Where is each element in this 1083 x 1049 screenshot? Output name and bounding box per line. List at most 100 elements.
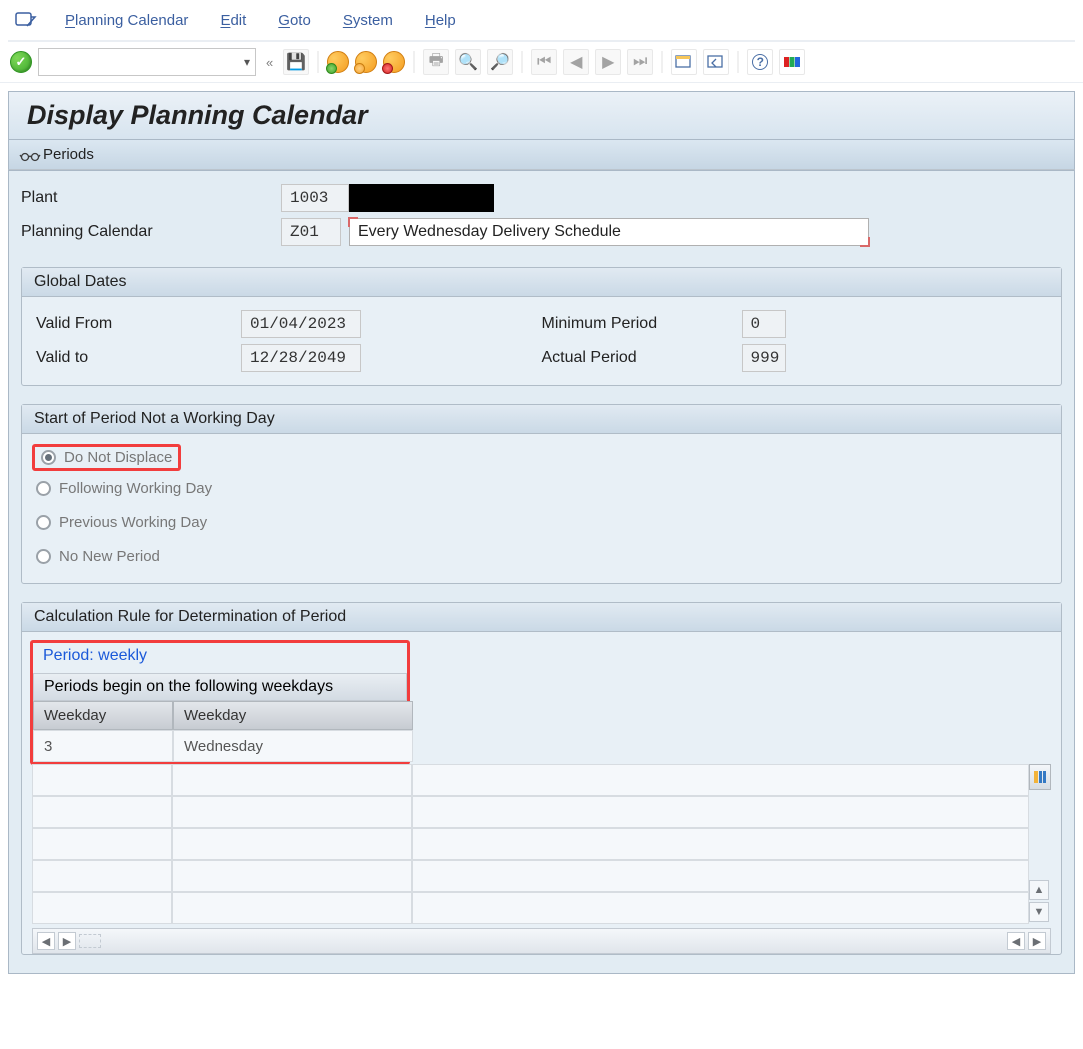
hscroll-left2-icon[interactable]: ◀	[1007, 932, 1025, 950]
periods-button-label[interactable]: Periods	[43, 146, 94, 163]
period-weekly-label: Period: weekly	[43, 647, 397, 673]
command-field-wrap: ▾	[38, 48, 256, 76]
table-row[interactable]: 3 Wednesday	[33, 730, 413, 762]
hscroll-right-icon[interactable]: ▶	[58, 932, 76, 950]
radio-label-no-new: No New Period	[59, 548, 160, 565]
new-session-button[interactable]	[671, 49, 697, 75]
find-icon: 🔍	[458, 52, 478, 72]
hscroll-left-icon[interactable]: ◀	[37, 932, 55, 950]
table-row[interactable]: ...	[32, 828, 1029, 860]
table-row[interactable]: ...	[32, 860, 1029, 892]
print-button[interactable]: 🖶	[423, 49, 449, 75]
save-button[interactable]: 💾	[283, 49, 309, 75]
horizontal-scrollbar[interactable]: ◀ ▶ ◀ ▶	[32, 928, 1051, 954]
radio-following[interactable]	[36, 481, 51, 496]
focus-corner-br-icon	[860, 237, 870, 247]
hscroll-right2-icon[interactable]: ▶	[1028, 932, 1046, 950]
save-icon: 💾	[286, 52, 306, 72]
menu-label: oto	[290, 12, 311, 29]
field-actual-period: 999	[742, 344, 786, 372]
radio-previous[interactable]	[36, 515, 51, 530]
table-row[interactable]: ...	[32, 796, 1029, 828]
next-page-icon: ▶	[602, 52, 614, 72]
group-title-nonworking: Start of Period Not a Working Day	[22, 405, 1061, 434]
label-min-period: Minimum Period	[542, 315, 742, 333]
label-planning-calendar: Planning Calendar	[21, 223, 281, 241]
hscroll-handle-icon[interactable]	[79, 934, 101, 948]
highlight-period-weekly: Period: weekly Periods begin on the foll…	[30, 640, 410, 765]
sap-logo-icon[interactable]	[13, 7, 39, 33]
menu-label: dit	[230, 12, 246, 29]
find-next-button[interactable]: 🔎	[487, 49, 513, 75]
radio-row-following[interactable]: Following Working Day	[36, 471, 1047, 505]
application-toolbar: Periods	[8, 140, 1075, 170]
menu-edit[interactable]: Edit	[214, 8, 252, 33]
last-page-icon: ⏭	[633, 53, 647, 71]
menubar: Planning Calendar Edit Goto System Help	[0, 0, 1083, 40]
find-next-icon: 🔎	[490, 52, 510, 72]
prev-page-icon: ◀	[570, 52, 582, 72]
last-page-button[interactable]: ⏭	[627, 49, 653, 75]
field-planning-calendar-desc[interactable]: Every Wednesday Delivery Schedule	[349, 218, 869, 246]
group-title-global-dates: Global Dates	[22, 268, 1061, 297]
field-valid-to: 12/28/2049	[241, 344, 361, 372]
layout-button[interactable]	[779, 49, 805, 75]
enter-button[interactable]: ✓	[10, 51, 32, 73]
menu-help[interactable]: Help	[419, 8, 462, 33]
next-page-button[interactable]: ▶	[595, 49, 621, 75]
table-row[interactable]: ...	[32, 892, 1029, 924]
field-planning-calendar-desc-text: Every Wednesday Delivery Schedule	[358, 223, 621, 241]
row-planning-calendar: Planning Calendar Z01 Every Wednesday De…	[21, 215, 1062, 249]
focus-corner-tl-icon	[348, 217, 358, 227]
col-weekday-name[interactable]: Weekday	[173, 701, 413, 730]
page-title: Display Planning Calendar	[8, 91, 1075, 140]
print-icon: 🖶	[429, 49, 444, 76]
radio-label-previous: Previous Working Day	[59, 514, 207, 531]
glasses-icon	[19, 149, 37, 161]
field-plant-desc-redacted	[349, 184, 494, 212]
find-button[interactable]: 🔍	[455, 49, 481, 75]
field-min-period: 0	[742, 310, 786, 338]
radio-do-not-displace[interactable]	[41, 450, 56, 465]
field-plant-value: 1003	[281, 184, 349, 212]
first-page-icon: ⏮	[537, 53, 551, 71]
exit-button[interactable]	[355, 51, 377, 73]
content-panel: Plant 1003 Planning Calendar Z01 Every W…	[8, 170, 1075, 974]
back-button[interactable]	[327, 51, 349, 73]
scroll-up-icon[interactable]: ▲	[1029, 880, 1049, 900]
field-valid-from: 01/04/2023	[241, 310, 361, 338]
radio-row-previous[interactable]: Previous Working Day	[36, 505, 1047, 539]
menu-system[interactable]: System	[337, 8, 399, 33]
toolbar: ✓ ▾ « 💾 🖶 🔍 🔎 ⏮ ◀ ▶ ⏭ ?	[0, 42, 1083, 83]
radio-no-new[interactable]	[36, 549, 51, 564]
menu-goto[interactable]: Goto	[272, 8, 317, 33]
cell-weekday-num: 3	[33, 730, 173, 762]
cancel-button[interactable]	[383, 51, 405, 73]
label-valid-to: Valid to	[36, 349, 241, 367]
group-calc-rule: Calculation Rule for Determination of Pe…	[21, 602, 1062, 955]
highlight-do-not-displace: Do Not Displace	[32, 444, 181, 471]
group-global-dates: Global Dates Valid From 01/04/2023 Valid…	[21, 267, 1062, 386]
vertical-scrollbar[interactable]: ▲ ▼	[1029, 792, 1051, 924]
menu-label: lanning Calendar	[75, 12, 188, 29]
col-weekday-num[interactable]: Weekday	[33, 701, 173, 730]
help-button[interactable]: ?	[747, 49, 773, 75]
shortcut-button[interactable]	[703, 49, 729, 75]
scroll-down-icon[interactable]: ▼	[1029, 902, 1049, 922]
table-row[interactable]: ...	[32, 764, 1029, 796]
label-valid-from: Valid From	[36, 315, 241, 333]
radio-row-no-new[interactable]: No New Period	[36, 539, 1047, 573]
row-plant: Plant 1003	[21, 181, 1062, 215]
cell-weekday-name: Wednesday	[173, 730, 413, 762]
prev-page-button[interactable]: ◀	[563, 49, 589, 75]
menu-planning-calendar[interactable]: Planning Calendar	[59, 8, 194, 33]
radio-label-do-not-displace: Do Not Displace	[64, 449, 172, 466]
first-page-button[interactable]: ⏮	[531, 49, 557, 75]
periods-begin-header: Periods begin on the following weekdays	[33, 673, 407, 701]
menu-label: ystem	[353, 12, 393, 29]
command-field[interactable]	[38, 48, 256, 76]
radio-label-following: Following Working Day	[59, 480, 212, 497]
label-plant: Plant	[21, 189, 281, 207]
toolbar-expand-icon[interactable]: «	[262, 55, 277, 70]
table-config-button[interactable]	[1029, 764, 1051, 790]
